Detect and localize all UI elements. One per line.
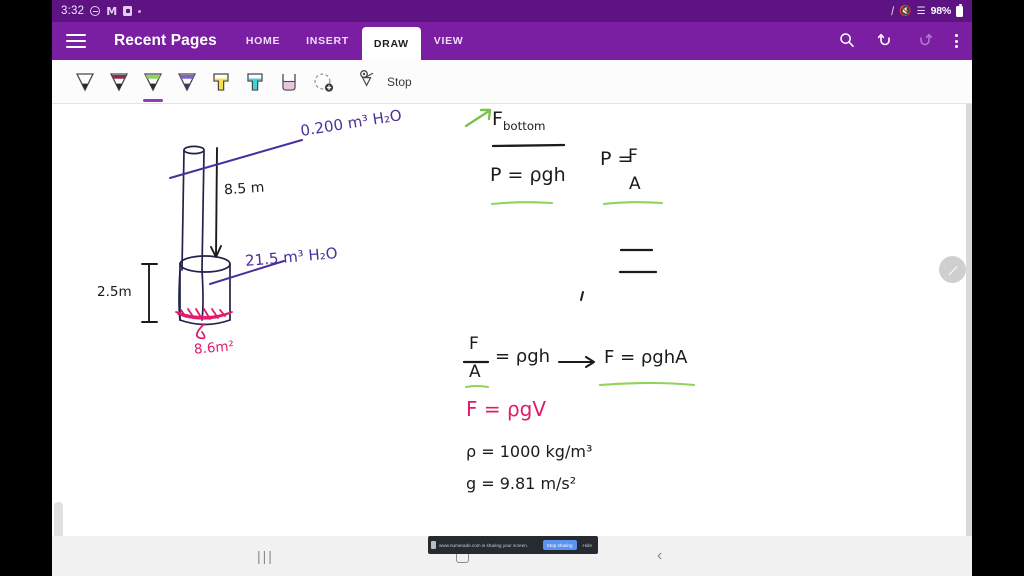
recents-button[interactable]: ||| bbox=[257, 548, 274, 564]
eq-force-result: F = ρghA bbox=[604, 347, 688, 368]
height-label: 8.5 m bbox=[223, 179, 265, 199]
back-button[interactable]: ‹ bbox=[657, 547, 662, 565]
status-bar-left: 3:32 M bbox=[61, 4, 142, 18]
status-time: 3:32 bbox=[61, 5, 85, 17]
pen-purple[interactable] bbox=[170, 60, 204, 104]
do-not-disturb-icon bbox=[90, 6, 101, 16]
app-bar: Recent Pages HOME INSERT DRAW VIEW bbox=[52, 22, 972, 60]
tank-height-label: 2.5m bbox=[97, 284, 132, 300]
const-density: ρ = 1000 kg/m³ bbox=[466, 442, 593, 461]
eq-combined-left-den: A bbox=[469, 362, 481, 382]
eq-force-volume: F = ρgV bbox=[466, 397, 547, 421]
screen-share-message: www.numerade.com is sharing your screen. bbox=[439, 542, 529, 548]
screen-share-toast: www.numerade.com is sharing your screen.… bbox=[428, 536, 598, 554]
highlighter-yellow[interactable] bbox=[204, 60, 238, 104]
battery-icon bbox=[956, 3, 963, 17]
tab-view[interactable]: VIEW bbox=[421, 22, 477, 60]
search-icon[interactable] bbox=[839, 32, 855, 51]
screen-record-icon bbox=[123, 6, 133, 16]
add-pen-icon[interactable] bbox=[306, 60, 342, 104]
draw-tool-bar: Stop bbox=[52, 60, 972, 104]
more-dot-icon bbox=[138, 9, 142, 13]
eq-combined-left-num: F bbox=[469, 334, 479, 354]
hide-toast-button[interactable]: Hide bbox=[580, 543, 595, 548]
eq-pressure-depth: P = ρgh bbox=[490, 164, 566, 186]
slash-icon: / bbox=[890, 3, 895, 19]
page-title: Recent Pages bbox=[114, 32, 217, 49]
status-bar-right: / 🔇 ☰ 98% bbox=[890, 3, 963, 19]
eq-pressure-force-denominator: A bbox=[629, 174, 641, 194]
device-frame: 3:32 M / 🔇 ☰ 98% Recent Pages HOME INSER… bbox=[0, 0, 1024, 576]
status-bar: 3:32 M / 🔇 ☰ 98% bbox=[52, 0, 972, 22]
pen-green[interactable] bbox=[136, 60, 170, 104]
messages-icon: M bbox=[106, 4, 118, 18]
overflow-menu-icon[interactable] bbox=[955, 33, 958, 49]
stop-label: Stop bbox=[387, 74, 412, 89]
wifi-icon: ☰ bbox=[916, 5, 926, 17]
pen-maroon[interactable] bbox=[102, 60, 136, 104]
battery-percent: 98% bbox=[930, 5, 952, 17]
highlighter-cyan[interactable] bbox=[238, 60, 272, 104]
hamburger-menu-icon[interactable] bbox=[66, 34, 86, 48]
stop-sharing-button[interactable]: Stop sharing bbox=[542, 540, 577, 550]
mute-icon: 🔇 bbox=[899, 5, 912, 17]
lasso-select-icon bbox=[358, 68, 378, 95]
screen-share-icon bbox=[431, 541, 436, 549]
lasso-stop-tool[interactable]: Stop bbox=[358, 68, 412, 95]
app-bar-actions bbox=[839, 32, 958, 51]
tab-home[interactable]: HOME bbox=[233, 22, 293, 60]
undo-icon[interactable] bbox=[877, 32, 894, 51]
eq-pressure-force-numerator: F bbox=[628, 146, 638, 166]
const-gravity: g = 9.81 m/s² bbox=[466, 474, 577, 493]
redo-icon[interactable] bbox=[916, 32, 933, 51]
note-canvas[interactable]: 0.200 m³ H₂O 8.5 m 2.5m 21.5 m³ H₂O 8.6m… bbox=[52, 104, 972, 536]
tab-draw[interactable]: DRAW bbox=[361, 27, 421, 60]
eq-combined-right: = ρgh bbox=[495, 346, 551, 367]
eraser-pink[interactable] bbox=[272, 60, 306, 104]
work-title: Fbottom bbox=[492, 108, 546, 133]
tab-insert[interactable]: INSERT bbox=[293, 22, 362, 60]
ribbon-tabs: HOME INSERT DRAW VIEW bbox=[233, 22, 477, 60]
pen-black[interactable] bbox=[68, 60, 102, 104]
area-label: 8.6m² bbox=[193, 338, 235, 358]
